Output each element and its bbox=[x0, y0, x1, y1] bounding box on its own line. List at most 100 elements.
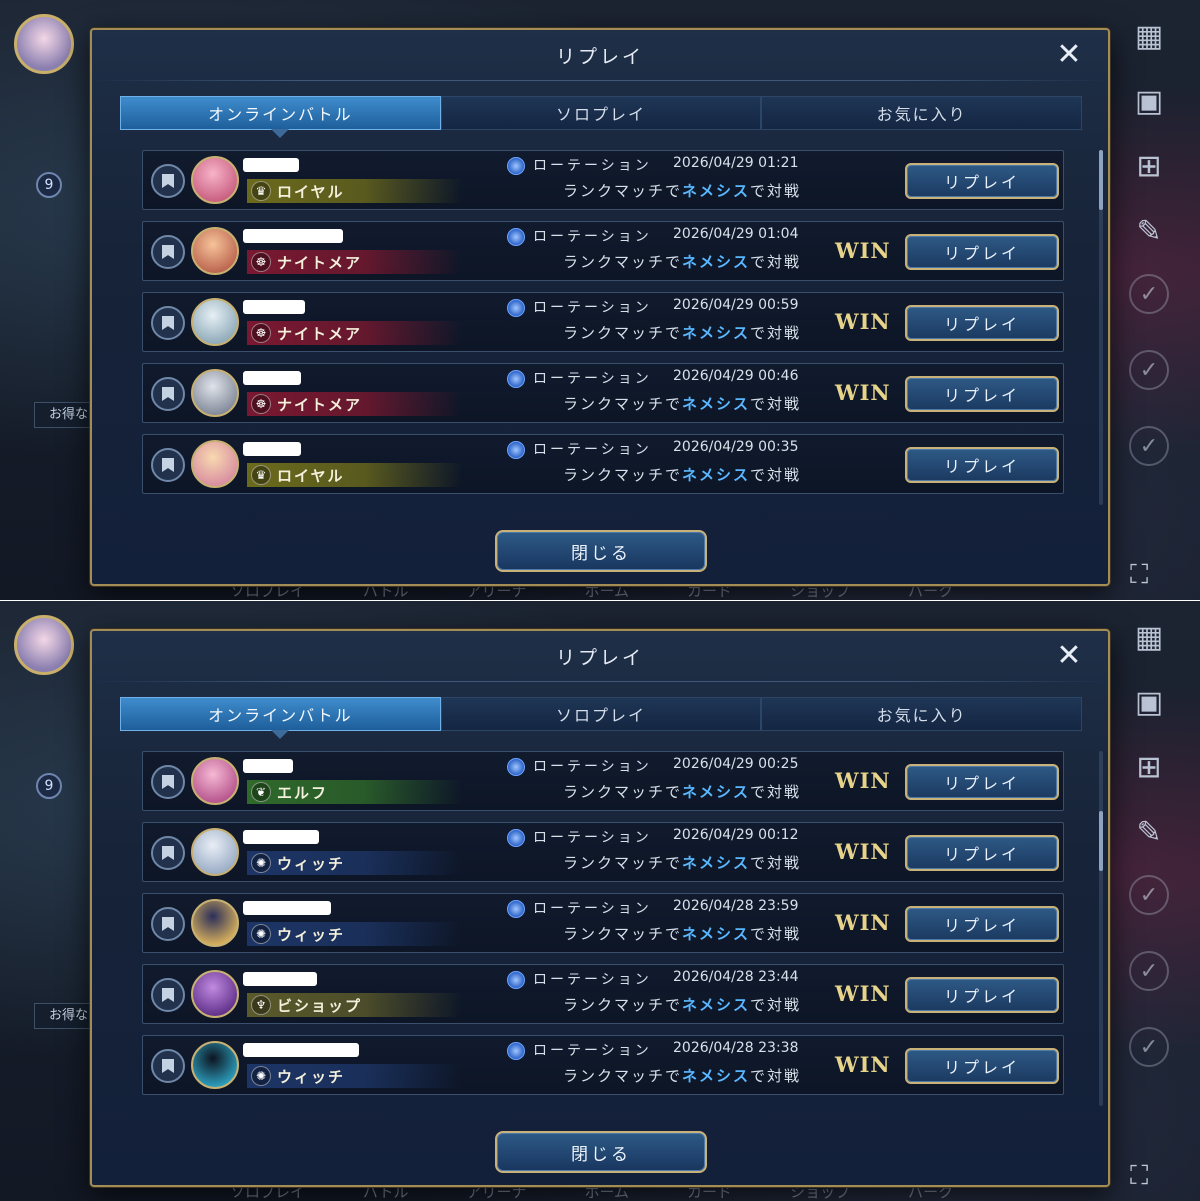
match-datetime: 2026/04/29 00:25 bbox=[673, 756, 799, 772]
opponent-avatar bbox=[191, 1041, 239, 1089]
replay-button[interactable]: リプレイ bbox=[905, 835, 1059, 871]
replay-button[interactable]: リプレイ bbox=[905, 977, 1059, 1013]
close-button[interactable]: 閉じる bbox=[495, 1131, 707, 1173]
check-icon: ✓ bbox=[1129, 875, 1169, 915]
favorite-bookmark-button[interactable] bbox=[151, 907, 185, 941]
favorite-bookmark-button[interactable] bbox=[151, 377, 185, 411]
class-badge: ✺ ウィッチ bbox=[247, 1064, 462, 1088]
replay-button[interactable]: リプレイ bbox=[905, 305, 1059, 341]
rotation-format-icon bbox=[507, 228, 525, 246]
result-badge: WIN bbox=[835, 1052, 891, 1077]
scroll-icon[interactable]: ✎ bbox=[1127, 810, 1171, 854]
replay-list[interactable]: ♛ ロイヤル ローテーション 2026/04/29 01:21 ランクマッチでネ… bbox=[142, 150, 1066, 512]
scroll-thumb[interactable] bbox=[1099, 811, 1103, 871]
match-suffix: で対戦 bbox=[750, 253, 802, 271]
match-prefix: ランクマッチで bbox=[563, 253, 683, 271]
bookmark-icon bbox=[162, 458, 174, 472]
format-label: ローテーション bbox=[533, 229, 652, 245]
match-description: ランクマッチでネメシスで対戦 bbox=[563, 322, 801, 343]
replay-tabs: オンラインバトル ソロプレイ お気に入り bbox=[120, 697, 1083, 739]
match-prefix: ランクマッチで bbox=[563, 466, 683, 484]
format-label: ローテーション bbox=[533, 442, 652, 458]
favorite-bookmark-button[interactable] bbox=[151, 235, 185, 269]
class-name: ナイトメア bbox=[277, 395, 363, 414]
bookmark-icon bbox=[162, 174, 174, 188]
gallery-edit-icon[interactable]: ▣ bbox=[1127, 79, 1171, 123]
replay-button[interactable]: リプレイ bbox=[905, 376, 1059, 412]
format-label: ローテーション bbox=[533, 371, 652, 387]
format-label: ローテーション bbox=[533, 759, 652, 775]
favorite-bookmark-button[interactable] bbox=[151, 164, 185, 198]
nightmare-icon: ☸ bbox=[251, 394, 271, 414]
replay-button[interactable]: リプレイ bbox=[905, 234, 1059, 270]
match-prefix: ランクマッチで bbox=[563, 182, 683, 200]
match-datetime: 2026/04/28 23:59 bbox=[673, 898, 799, 914]
list-scrollbar[interactable] bbox=[1099, 751, 1103, 1106]
opponent-avatar bbox=[191, 227, 239, 275]
favorite-bookmark-button[interactable] bbox=[151, 765, 185, 799]
close-button[interactable]: 閉じる bbox=[495, 530, 707, 572]
match-datetime: 2026/04/29 00:59 bbox=[673, 297, 799, 313]
tab-online-battle[interactable]: オンラインバトル bbox=[120, 96, 441, 138]
replay-row: ♛ ロイヤル ローテーション 2026/04/29 01:21 ランクマッチでネ… bbox=[142, 150, 1064, 210]
replay-button[interactable]: リプレイ bbox=[905, 447, 1059, 483]
match-description: ランクマッチでネメシスで対戦 bbox=[563, 464, 801, 485]
player-avatar[interactable] bbox=[14, 615, 74, 675]
favorite-bookmark-button[interactable] bbox=[151, 836, 185, 870]
scroll-thumb[interactable] bbox=[1099, 150, 1103, 210]
rotation-format-icon bbox=[507, 1042, 525, 1060]
replay-tabs: オンラインバトル ソロプレイ お気に入り bbox=[120, 96, 1083, 138]
class-badge: ♆ ビショップ bbox=[247, 993, 462, 1017]
favorite-bookmark-button[interactable] bbox=[151, 448, 185, 482]
match-suffix: で対戦 bbox=[750, 324, 802, 342]
grid-menu-icon[interactable]: ▦ bbox=[1127, 14, 1171, 58]
match-suffix: で対戦 bbox=[750, 395, 802, 413]
tab-online-battle[interactable]: オンラインバトル bbox=[120, 697, 441, 739]
tab-solo-play[interactable]: ソロプレイ bbox=[440, 697, 762, 731]
opponent-deck-class: ネメシス bbox=[682, 466, 751, 484]
tab-favorites[interactable]: お気に入り bbox=[761, 96, 1083, 130]
opponent-name-redacted bbox=[243, 300, 305, 314]
match-description: ランクマッチでネメシスで対戦 bbox=[563, 781, 801, 802]
fullscreen-icon[interactable]: ⛶ bbox=[1130, 1161, 1148, 1192]
match-description: ランクマッチでネメシスで対戦 bbox=[563, 1065, 801, 1086]
match-prefix: ランクマッチで bbox=[563, 395, 683, 413]
player-avatar[interactable] bbox=[14, 14, 74, 74]
gift-icon[interactable]: ⊞ bbox=[1127, 745, 1171, 789]
replay-row: ♛ ロイヤル ローテーション 2026/04/29 00:35 ランクマッチでネ… bbox=[142, 434, 1064, 494]
close-icon[interactable]: ✕ bbox=[1052, 38, 1086, 72]
title-divider bbox=[92, 681, 1108, 682]
replay-modal: リプレイ ✕ オンラインバトル ソロプレイ お気に入り ♛ ロイヤル ローテーシ… bbox=[90, 28, 1110, 586]
replay-row: ✺ ウィッチ ローテーション 2026/04/28 23:59 ランクマッチでネ… bbox=[142, 893, 1064, 953]
class-name: ウィッチ bbox=[277, 925, 346, 944]
result-badge: WIN bbox=[835, 910, 891, 935]
class-badge: ✺ ウィッチ bbox=[247, 922, 462, 946]
class-name: ナイトメア bbox=[277, 253, 363, 272]
opponent-deck-class: ネメシス bbox=[682, 182, 751, 200]
scroll-icon[interactable]: ✎ bbox=[1127, 209, 1171, 253]
favorite-bookmark-button[interactable] bbox=[151, 1049, 185, 1083]
tab-favorites[interactable]: お気に入り bbox=[761, 697, 1083, 731]
gallery-edit-icon[interactable]: ▣ bbox=[1127, 680, 1171, 724]
close-icon[interactable]: ✕ bbox=[1052, 639, 1086, 673]
favorite-bookmark-button[interactable] bbox=[151, 978, 185, 1012]
result-badge: WIN bbox=[835, 768, 891, 793]
fullscreen-icon[interactable]: ⛶ bbox=[1130, 560, 1148, 591]
replay-button[interactable]: リプレイ bbox=[905, 1048, 1059, 1084]
grid-menu-icon[interactable]: ▦ bbox=[1127, 615, 1171, 659]
format-label: ローテーション bbox=[533, 1043, 652, 1059]
title-divider bbox=[92, 80, 1108, 81]
replay-button[interactable]: リプレイ bbox=[905, 764, 1059, 800]
gift-icon[interactable]: ⊞ bbox=[1127, 144, 1171, 188]
replay-button[interactable]: リプレイ bbox=[905, 906, 1059, 942]
class-badge: ♛ ロイヤル bbox=[247, 463, 462, 487]
tab-solo-play[interactable]: ソロプレイ bbox=[440, 96, 762, 130]
match-prefix: ランクマッチで bbox=[563, 324, 683, 342]
replay-list[interactable]: ❦ エルフ ローテーション 2026/04/29 00:25 ランクマッチでネメ… bbox=[142, 751, 1066, 1113]
bookmark-icon bbox=[162, 245, 174, 259]
match-description: ランクマッチでネメシスで対戦 bbox=[563, 994, 801, 1015]
list-scrollbar[interactable] bbox=[1099, 150, 1103, 505]
favorite-bookmark-button[interactable] bbox=[151, 306, 185, 340]
crown-icon: ♛ bbox=[251, 465, 271, 485]
replay-button[interactable]: リプレイ bbox=[905, 163, 1059, 199]
